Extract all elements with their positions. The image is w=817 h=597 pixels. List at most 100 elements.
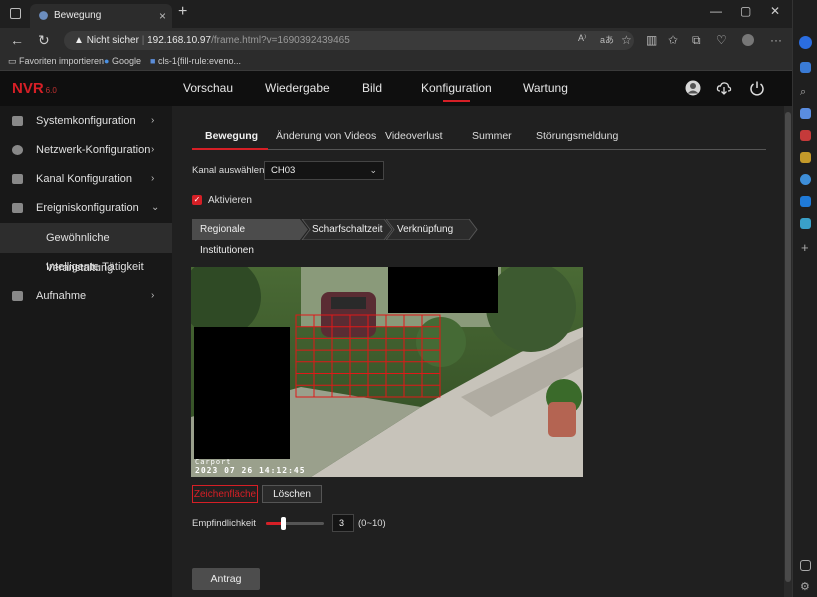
new-tab-icon[interactable]: +: [178, 3, 187, 21]
chevron-down-icon: ⌄: [369, 165, 377, 175]
osd-name: Carport: [195, 458, 232, 466]
split-screen-icon[interactable]: ▥: [646, 33, 657, 47]
favorite-import[interactable]: ▭ Favoriten importieren: [8, 56, 104, 67]
read-aloud-icon[interactable]: A⁾: [578, 33, 586, 44]
search-icon[interactable]: ⌕: [800, 86, 811, 98]
enable-checkbox[interactable]: ✓: [192, 195, 202, 205]
tab-stoerungsmeldung[interactable]: Störungsmeldung: [536, 130, 618, 142]
channel-value: CH03: [271, 165, 296, 176]
step-verknuepfung[interactable]: Verknüpfung: [389, 219, 453, 240]
extensions-icon[interactable]: ♡: [716, 33, 727, 47]
copilot-icon[interactable]: [799, 36, 812, 49]
sidebar-item-gewoehnliche-veranstaltung[interactable]: Gewöhnliche Veranstaltung: [0, 223, 172, 274]
sidebar-item-intelligente-taetigkeit[interactable]: Intelligente Tätigkeit: [0, 253, 172, 281]
topnav-konfiguration[interactable]: Konfiguration: [421, 81, 492, 102]
favorite-google[interactable]: ● Google: [104, 56, 141, 66]
tab-divider: [192, 149, 766, 150]
favorites-bar: ▭ Favoriten importieren ● Google ■ cls-1…: [0, 53, 792, 71]
app-header: NVR 6.0 Vorschau Wiedergabe Bild Konfigur…: [0, 71, 792, 106]
chevron-down-icon: ⌄: [151, 202, 160, 213]
sidebar-item-ereignis[interactable]: Ereigniskonfiguration ⌄: [0, 194, 172, 222]
chevron-right-icon: ›: [151, 173, 155, 184]
record-icon: [12, 291, 23, 301]
warning-icon: ▲: [74, 35, 84, 46]
page-icon: ■: [150, 56, 158, 66]
topnav-wartung[interactable]: Wartung: [523, 81, 568, 95]
sensitivity-label: Empfindlichkeit: [192, 518, 256, 529]
address-bar: ← ↻ ▲ Nicht sicher | 192.168.10.97/frame…: [0, 28, 792, 53]
slider-handle[interactable]: [281, 517, 287, 530]
drop-icon[interactable]: [800, 218, 811, 229]
user-avatar-icon[interactable]: [685, 80, 701, 96]
outlook-icon[interactable]: [800, 196, 811, 207]
camera-icon: [12, 174, 23, 184]
chevron-right-icon: ›: [151, 115, 155, 126]
sensitivity-value-field[interactable]: 3: [332, 514, 354, 532]
minimize-icon[interactable]: —: [710, 4, 722, 18]
main-scrollbar[interactable]: [784, 106, 792, 597]
channel-label: Kanal auswählen: [192, 165, 265, 176]
sensitivity-slider[interactable]: [266, 517, 324, 530]
sidebar-item-aufnahme[interactable]: Aufnahme ›: [0, 282, 172, 310]
tab-aenderung-von-videos[interactable]: Änderung von Videos: [276, 130, 376, 142]
favorites-icon[interactable]: ✩: [668, 33, 678, 47]
tab-videoverlust[interactable]: Videoverlust: [385, 130, 443, 142]
main-panel: Bewegung Änderung von Videos Videoverlus…: [172, 106, 784, 597]
sidebar-item-systemkonfiguration[interactable]: Systemkonfiguration ›: [0, 107, 172, 135]
shopping-icon[interactable]: [800, 108, 811, 119]
clear-button[interactable]: Löschen: [262, 485, 322, 503]
window-close-icon[interactable]: ✕: [770, 4, 780, 18]
step-scharfschaltzeit[interactable]: Scharfschaltzeit: [304, 219, 383, 240]
sidebar-toggle-icon[interactable]: [800, 560, 811, 571]
tab-bewegung[interactable]: Bewegung: [205, 130, 258, 142]
reload-icon[interactable]: ↻: [38, 32, 50, 49]
active-tab-indicator: [192, 148, 268, 150]
power-icon[interactable]: [749, 80, 765, 96]
url-path: /frame.html?v=1690392439465: [211, 35, 350, 46]
notification-icon[interactable]: [800, 62, 811, 73]
maximize-icon[interactable]: ▢: [740, 4, 751, 18]
page-favicon-icon: [39, 11, 48, 20]
edge-sidebar: ⌕ + ⚙: [792, 0, 817, 597]
back-icon[interactable]: ←: [10, 32, 24, 48]
office-icon[interactable]: [800, 174, 811, 185]
chevron-right-icon: ›: [151, 290, 155, 301]
channel-select[interactable]: CH03 ⌄: [264, 161, 384, 180]
tab-summer[interactable]: Summer: [472, 130, 512, 142]
step-regionale-institutionen[interactable]: Regionale Institutionen: [192, 219, 254, 256]
sidebar: Systemkonfiguration › Netzwerk-Konfigura…: [0, 106, 172, 597]
topnav-wiedergabe[interactable]: Wiedergabe: [265, 81, 330, 95]
settings-gear-icon[interactable]: ⚙: [800, 580, 811, 593]
system-config-icon: [12, 116, 23, 126]
event-icon: [12, 203, 23, 213]
scrollbar-thumb[interactable]: [785, 112, 791, 582]
sensitivity-range: (0~10): [358, 518, 386, 529]
google-icon: ●: [104, 56, 112, 66]
favorite-star-icon[interactable]: ☆: [621, 33, 632, 47]
add-icon[interactable]: +: [801, 240, 812, 255]
draw-area-button[interactable]: Zeichenfläche: [192, 485, 258, 503]
browser-tab-bar: Bewegung × + — ▢ ✕: [0, 0, 792, 28]
sidebar-item-netzwerk[interactable]: Netzwerk-Konfiguration ›: [0, 136, 172, 164]
nvr-logo: NVR 6.0: [12, 80, 57, 97]
osd-timestamp: 2023 07 26 14:12:45: [195, 466, 306, 475]
browser-tab[interactable]: Bewegung ×: [30, 4, 172, 28]
games-icon[interactable]: [800, 152, 811, 163]
favorite-cls[interactable]: ■ cls-1{fill-rule:eveno...: [150, 56, 241, 66]
topnav-bild[interactable]: Bild: [362, 81, 382, 95]
sidebar-item-kanal[interactable]: Kanal Konfiguration ›: [0, 165, 172, 193]
profile-icon[interactable]: [742, 34, 754, 46]
network-icon: [12, 145, 23, 155]
translate-icon[interactable]: aあ: [600, 33, 614, 46]
tab-actions-icon[interactable]: [10, 8, 21, 19]
cloud-download-icon[interactable]: [716, 80, 732, 96]
topnav-vorschau[interactable]: Vorschau: [183, 81, 233, 95]
apply-button[interactable]: Antrag: [192, 568, 260, 590]
url-host: 192.168.10.97: [147, 35, 212, 46]
camera-preview[interactable]: Carport 2023 07 26 14:12:45: [191, 267, 583, 477]
url-field[interactable]: ▲ Nicht sicher | 192.168.10.97/frame.htm…: [64, 31, 634, 50]
close-tab-icon[interactable]: ×: [159, 4, 166, 28]
collections-icon[interactable]: ⧉: [692, 33, 701, 48]
tools-icon[interactable]: [800, 130, 811, 141]
more-icon[interactable]: ···: [770, 33, 782, 47]
